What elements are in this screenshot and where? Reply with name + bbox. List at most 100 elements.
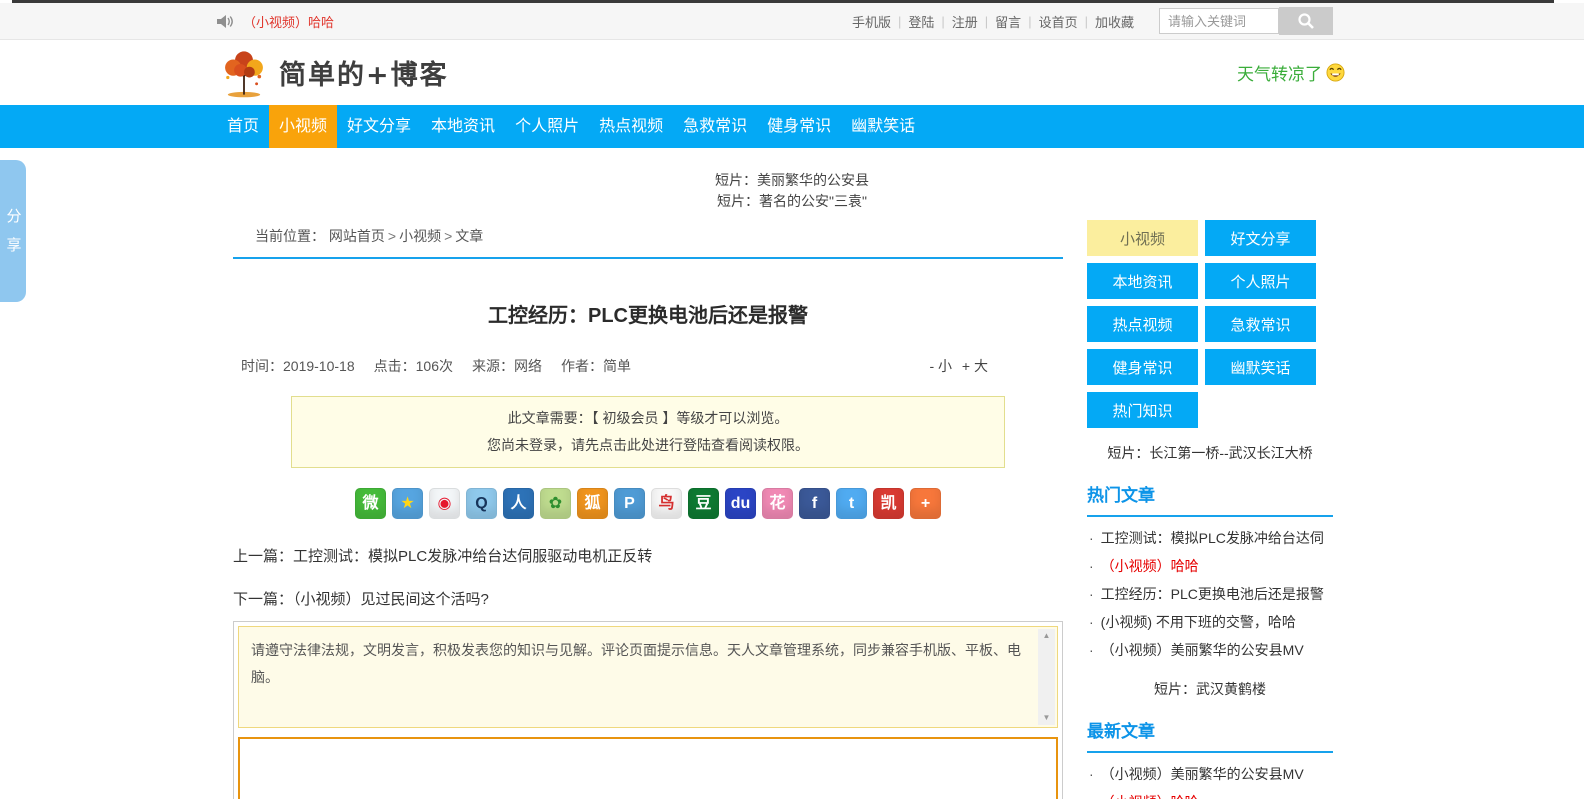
share-icon-pengyou[interactable]: P xyxy=(614,488,645,519)
sidebar-category-button[interactable]: 幽默笑话 xyxy=(1205,349,1316,385)
article-list-item[interactable]: ·（小视频）美丽繁华的公安县MV xyxy=(1087,636,1333,664)
font-size-controls: - 小 + 大 xyxy=(926,356,991,376)
sidebar-category-button[interactable]: 本地资讯 xyxy=(1087,263,1198,299)
share-icon-kdnet[interactable]: 凯 xyxy=(873,488,904,519)
article-link[interactable]: 工控经历：PLC更换电池后还是报警 xyxy=(1101,580,1324,608)
facebook-glyph: f xyxy=(812,496,817,512)
share-icon-sohu-weibo[interactable]: 狐 xyxy=(577,488,608,519)
article-link[interactable]: （小视频）美丽繁华的公安县MV xyxy=(1101,760,1304,788)
nav-item[interactable]: 小视频 xyxy=(269,105,337,148)
guideline-scrollbar[interactable]: ▲ ▼ xyxy=(1038,629,1055,725)
topbar-link[interactable]: 手机版 xyxy=(845,12,898,31)
nav-item[interactable]: 急救常识 xyxy=(673,105,757,148)
sidebar-category-button[interactable]: 小视频 xyxy=(1087,220,1198,256)
share-icon-baidu[interactable]: du xyxy=(725,488,756,519)
nav-item[interactable]: 首页 xyxy=(217,105,269,148)
kaixin-glyph: ✿ xyxy=(549,496,562,512)
article-meta-item: 来源：网络 xyxy=(472,356,542,376)
pengyou-glyph: P xyxy=(624,496,635,512)
topbar-link[interactable]: 加收藏 xyxy=(1088,12,1141,31)
sidebar-category-button[interactable]: 热点视频 xyxy=(1087,306,1198,342)
share-icon-qzone[interactable]: ★ xyxy=(392,488,423,519)
topbar-link[interactable]: 注册 xyxy=(945,12,985,31)
font-smaller-button[interactable]: - 小 xyxy=(926,358,955,374)
member-notice-line2[interactable]: 您尚未登录，请先点击此处进行登陆查看阅读权限。 xyxy=(292,432,1004,459)
comment-guideline-text: 请遵守法律法规，文明发言，积极发表您的知识与见解。评论页面提示信息。天人文章管理… xyxy=(251,642,1021,685)
page-title: 工控经历：PLC更换电池后还是报警 xyxy=(233,299,1063,328)
nav-item[interactable]: 热点视频 xyxy=(589,105,673,148)
share-icon-facebook[interactable]: f xyxy=(799,488,830,519)
article-list-item[interactable]: ·（小视频）哈哈 xyxy=(1087,552,1333,580)
bullet-icon: · xyxy=(1089,636,1094,664)
top-clip-link[interactable]: 短片：著名的公安"三袁" xyxy=(217,191,1367,212)
sidebar-category-button[interactable]: 健身常识 xyxy=(1087,349,1198,385)
sidebar-clip-banner-2[interactable]: 短片：武汉黄鹤楼 xyxy=(1087,679,1333,699)
share-icon-wechat[interactable]: 微 xyxy=(355,488,386,519)
nav-item[interactable]: 本地资讯 xyxy=(421,105,505,148)
article-list-item[interactable]: ·(小视频) 不用下班的交警，哈哈 xyxy=(1087,608,1333,636)
article-list-item[interactable]: ·（小视频）哈哈 xyxy=(1087,788,1333,799)
article-list-item[interactable]: ·工控经历：PLC更换电池后还是报警 xyxy=(1087,580,1333,608)
scroll-up-icon[interactable]: ▲ xyxy=(1043,632,1051,640)
article-meta-item: 作者：简单 xyxy=(561,356,631,376)
sidebar-clip-banner-1[interactable]: 短片：长江第一桥--武汉长江大桥 xyxy=(1087,443,1333,463)
site-logo[interactable]: 简单的+博客 xyxy=(217,46,449,100)
article-list-item[interactable]: ·（小视频）美丽繁华的公安县MV xyxy=(1087,760,1333,788)
share-icons: 微 ★◉Q人 ✿ 狐 P鸟豆 du 花 f t凯 + xyxy=(233,488,1063,519)
sohu-weibo-glyph: 狐 xyxy=(584,496,600,512)
comment-guideline-box: 请遵守法律法规，文明发言，积极发表您的知识与见解。评论页面提示信息。天人文章管理… xyxy=(238,626,1058,728)
search-input[interactable] xyxy=(1159,8,1279,34)
share-icon-baishehui[interactable]: 花 xyxy=(762,488,793,519)
nav-item[interactable]: 个人照片 xyxy=(505,105,589,148)
scroll-down-icon[interactable]: ▼ xyxy=(1043,714,1051,722)
breadcrumb-separator: > xyxy=(385,228,399,244)
more-glyph: + xyxy=(921,496,930,512)
search-button[interactable] xyxy=(1279,7,1333,35)
nav-item[interactable]: 好文分享 xyxy=(337,105,421,148)
share-icon-qq[interactable]: Q xyxy=(466,488,497,519)
wechat-glyph: 微 xyxy=(362,496,378,512)
comment-input[interactable] xyxy=(238,737,1058,799)
tree-logo-icon xyxy=(217,46,271,100)
laughing-emoji-icon xyxy=(1326,63,1345,82)
sidebar-category-button[interactable]: 好文分享 xyxy=(1205,220,1316,256)
sidebar-category-button[interactable]: 急救常识 xyxy=(1205,306,1316,342)
share-icon-sina-weibo[interactable]: ◉ xyxy=(429,488,460,519)
article-list-item[interactable]: ·工控测试：模拟PLC发脉冲给台达伺 xyxy=(1087,524,1333,552)
next-article-link[interactable]: （小视频）见过民间这个活吗? xyxy=(293,591,489,608)
share-icon-more[interactable]: + xyxy=(910,488,941,519)
nav-item[interactable]: 健身常识 xyxy=(757,105,841,148)
announcement-link[interactable]: （小视频）哈哈 xyxy=(243,12,334,31)
share-icon-people-weibo[interactable]: 鸟 xyxy=(651,488,682,519)
topbar-link[interactable]: 留言 xyxy=(988,12,1028,31)
sidebar-category-button[interactable]: 热门知识 xyxy=(1087,392,1198,428)
baidu-glyph: du xyxy=(731,496,751,512)
share-icon-renren[interactable]: 人 xyxy=(503,488,534,519)
top-clips: 短片：美丽繁华的公安县短片：著名的公安"三袁" xyxy=(217,170,1367,212)
share-icon-kaixin[interactable]: ✿ xyxy=(540,488,571,519)
nav-item[interactable]: 幽默笑话 xyxy=(841,105,925,148)
share-icon-twitter[interactable]: t xyxy=(836,488,867,519)
article-link[interactable]: （小视频）哈哈 xyxy=(1101,552,1199,580)
sidebar-buttons: 小视频好文分享本地资讯个人照片热点视频急救常识健身常识幽默笑话热门知识 xyxy=(1087,220,1333,428)
share-icon-douban[interactable]: 豆 xyxy=(688,488,719,519)
prev-article-link[interactable]: 工控测试：模拟PLC发脉冲给台达伺服驱动电机正反转 xyxy=(293,548,652,565)
article-link[interactable]: （小视频）美丽繁华的公安县MV xyxy=(1101,636,1304,664)
sidebar-category-button[interactable]: 个人照片 xyxy=(1205,263,1316,299)
topbar-link[interactable]: 设首页 xyxy=(1032,12,1085,31)
article-meta-row: 时间：2019-10-18点击：106次来源：网络作者：简单 - 小 + 大 xyxy=(233,356,1063,376)
comment-section: 请遵守法律法规，文明发言，积极发表您的知识与见解。评论页面提示信息。天人文章管理… xyxy=(233,621,1063,799)
top-clip-link[interactable]: 短片：美丽繁华的公安县 xyxy=(217,170,1367,191)
breadcrumb-link[interactable]: 文章 xyxy=(455,228,483,244)
article-link[interactable]: (小视频) 不用下班的交警，哈哈 xyxy=(1101,608,1296,636)
topbar-link[interactable]: 登陆 xyxy=(901,12,941,31)
main-nav: 首页小视频好文分享本地资讯个人照片热点视频急救常识健身常识幽默笑话 xyxy=(0,105,1584,148)
header: 简单的+博客 天气转凉了 xyxy=(0,40,1584,105)
article-link[interactable]: （小视频）哈哈 xyxy=(1101,788,1199,799)
share-side-tab[interactable]: 分享 xyxy=(0,160,26,302)
breadcrumb-link[interactable]: 小视频 xyxy=(399,228,441,244)
font-larger-button[interactable]: + 大 xyxy=(959,358,991,374)
article-link[interactable]: 工控测试：模拟PLC发脉冲给台达伺 xyxy=(1101,524,1324,552)
breadcrumb-link[interactable]: 网站首页 xyxy=(329,228,385,244)
topbar: （小视频）哈哈 手机版|登陆|注册|留言|设首页|加收藏 xyxy=(0,3,1584,40)
